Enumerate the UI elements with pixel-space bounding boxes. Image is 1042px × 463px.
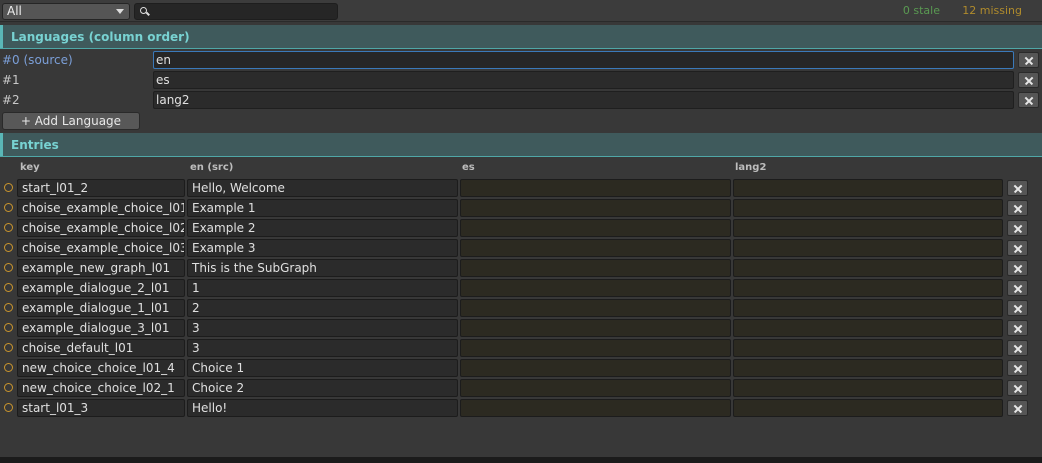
entry-es-field[interactable]	[460, 239, 731, 257]
entry-key-field[interactable]: start_l01_2	[17, 179, 185, 197]
remove-entry-button[interactable]	[1007, 320, 1028, 336]
entry-lang2-field[interactable]	[733, 399, 1003, 417]
status-circle-icon	[4, 303, 13, 312]
stale-count: 0 stale	[902, 4, 940, 17]
entry-lang2-field[interactable]	[733, 319, 1003, 337]
entries-section-header: Entries	[0, 133, 1042, 157]
entry-key-field[interactable]: choise_example_choice_l03	[17, 239, 185, 257]
column-header-es: es	[462, 162, 475, 173]
language-code-input[interactable]: en	[153, 51, 1014, 69]
chevron-down-icon	[116, 9, 124, 14]
entry-lang2-field[interactable]	[733, 199, 1003, 217]
status-circle-icon	[4, 223, 13, 232]
entry-lang2-field[interactable]	[733, 239, 1003, 257]
entry-es-field[interactable]	[460, 279, 731, 297]
entry-lang2-field[interactable]	[733, 379, 1003, 397]
language-index-label: #1	[2, 73, 20, 87]
entry-es-field[interactable]	[460, 359, 731, 377]
entry-source-field[interactable]: 1	[187, 279, 458, 297]
entry-lang2-field[interactable]	[733, 339, 1003, 357]
entry-source-field[interactable]: Hello!	[187, 399, 458, 417]
entry-lang2-field[interactable]	[733, 279, 1003, 297]
language-index-label: #2	[2, 93, 20, 107]
missing-count: 12 missing	[962, 4, 1022, 17]
entry-source-field[interactable]: 3	[187, 339, 458, 357]
entry-key-field[interactable]: example_dialogue_1_l01	[17, 299, 185, 317]
search-icon	[140, 7, 147, 14]
entry-source-field[interactable]: Example 2	[187, 219, 458, 237]
entry-source-field[interactable]: 2	[187, 299, 458, 317]
language-code-input[interactable]: lang2	[153, 91, 1014, 109]
language-code-input[interactable]: es	[153, 71, 1014, 89]
status-circle-icon	[4, 343, 13, 352]
entry-es-field[interactable]	[460, 259, 731, 277]
remove-language-button[interactable]	[1018, 72, 1039, 88]
remove-entry-button[interactable]	[1007, 360, 1028, 376]
entry-key-field[interactable]: example_dialogue_3_l01	[17, 319, 185, 337]
entry-source-field[interactable]: This is the SubGraph	[187, 259, 458, 277]
entry-lang2-field[interactable]	[733, 219, 1003, 237]
entry-source-field[interactable]: Choice 1	[187, 359, 458, 377]
entry-key-field[interactable]: choise_default_l01	[17, 339, 185, 357]
entry-key-field[interactable]: choise_example_choice_l02	[17, 219, 185, 237]
entry-lang2-field[interactable]	[733, 299, 1003, 317]
column-header-lang2: lang2	[735, 162, 767, 173]
entry-source-field[interactable]: 3	[187, 319, 458, 337]
status-circle-icon	[4, 263, 13, 272]
status-circle-icon	[4, 243, 13, 252]
entry-es-field[interactable]	[460, 319, 731, 337]
remove-entry-button[interactable]	[1007, 380, 1028, 396]
entry-lang2-field[interactable]	[733, 259, 1003, 277]
language-filter-dropdown[interactable]: All	[2, 3, 130, 20]
status-circle-icon	[4, 203, 13, 212]
entry-key-field[interactable]: start_l01_3	[17, 399, 185, 417]
entry-es-field[interactable]	[460, 179, 731, 197]
entry-es-field[interactable]	[460, 339, 731, 357]
remove-entry-button[interactable]	[1007, 300, 1028, 316]
entry-lang2-field[interactable]	[733, 179, 1003, 197]
entry-source-field[interactable]: Example 1	[187, 199, 458, 217]
entry-source-field[interactable]: Example 3	[187, 239, 458, 257]
remove-entry-button[interactable]	[1007, 280, 1028, 296]
entry-key-field[interactable]: new_choice_choice_l01_4	[17, 359, 185, 377]
entry-key-field[interactable]: choise_example_choice_l01	[17, 199, 185, 217]
remove-language-button[interactable]	[1018, 52, 1039, 68]
column-header-source: en (src)	[190, 162, 234, 173]
entry-es-field[interactable]	[460, 399, 731, 417]
entry-key-field[interactable]: new_choice_choice_l02_1	[17, 379, 185, 397]
language-index-label: #0 (source)	[2, 53, 73, 67]
search-input[interactable]	[134, 3, 338, 20]
entry-es-field[interactable]	[460, 299, 731, 317]
entry-es-field[interactable]	[460, 199, 731, 217]
column-header-key: key	[20, 162, 40, 173]
remove-entry-button[interactable]	[1007, 240, 1028, 256]
remove-entry-button[interactable]	[1007, 340, 1028, 356]
status-circle-icon	[4, 403, 13, 412]
remove-entry-button[interactable]	[1007, 220, 1028, 236]
remove-language-button[interactable]	[1018, 92, 1039, 108]
status-circle-icon	[4, 283, 13, 292]
status-circle-icon	[4, 323, 13, 332]
remove-entry-button[interactable]	[1007, 260, 1028, 276]
status-circle-icon	[4, 363, 13, 372]
bottom-bar	[0, 457, 1042, 463]
entry-source-field[interactable]: Hello, Welcome	[187, 179, 458, 197]
entries-header-label: Entries	[11, 138, 59, 152]
entry-source-field[interactable]: Choice 2	[187, 379, 458, 397]
status-circle-icon	[4, 383, 13, 392]
remove-entry-button[interactable]	[1007, 200, 1028, 216]
add-language-button[interactable]: + Add Language	[2, 112, 140, 130]
entry-key-field[interactable]: example_new_graph_l01	[17, 259, 185, 277]
entry-es-field[interactable]	[460, 379, 731, 397]
entry-es-field[interactable]	[460, 219, 731, 237]
languages-section-header: Languages (column order)	[0, 25, 1042, 49]
remove-entry-button[interactable]	[1007, 400, 1028, 416]
entry-lang2-field[interactable]	[733, 359, 1003, 377]
languages-header-label: Languages (column order)	[11, 30, 190, 44]
remove-entry-button[interactable]	[1007, 180, 1028, 196]
filter-value: All	[7, 4, 22, 18]
status-circle-icon	[4, 183, 13, 192]
entry-key-field[interactable]: example_dialogue_2_l01	[17, 279, 185, 297]
